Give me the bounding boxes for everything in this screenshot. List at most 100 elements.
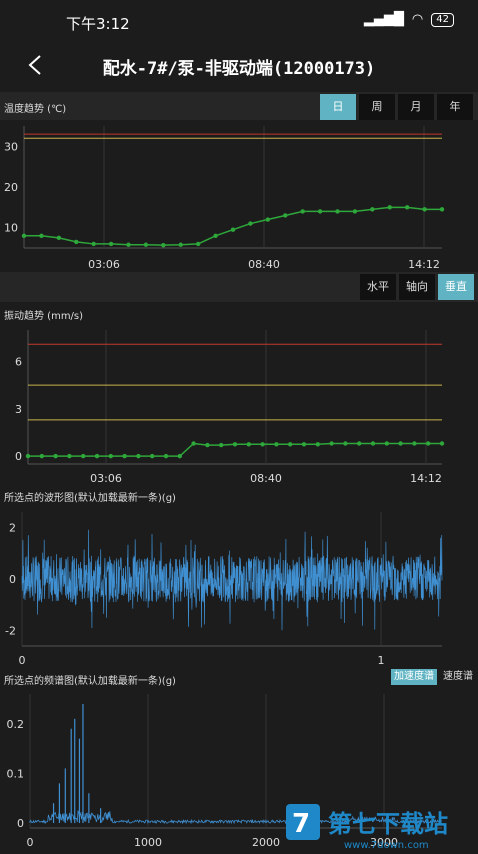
data-point xyxy=(205,442,210,448)
data-point xyxy=(94,453,100,459)
tab-axial[interactable]: 轴向 xyxy=(399,274,435,300)
data-point xyxy=(53,453,58,459)
y-tick-label: 20 xyxy=(4,181,18,194)
data-point xyxy=(232,442,238,447)
tab-year[interactable]: 年 xyxy=(437,94,473,120)
signal-icon: ▂▄▆█ xyxy=(363,12,404,27)
data-point xyxy=(91,241,96,247)
data-point xyxy=(108,453,114,459)
data-point xyxy=(265,217,271,222)
svg-text:7: 7 xyxy=(292,809,310,839)
spectrum-label: 所选点的频谱图(默认加载最新一条)(g) xyxy=(4,676,176,687)
data-point xyxy=(163,453,169,459)
vibration-trend-chart[interactable]: 03:06 08:40 14:12 0 3 6 xyxy=(0,322,478,488)
data-point xyxy=(300,209,305,214)
data-point xyxy=(370,207,375,212)
data-point xyxy=(439,207,445,212)
data-point xyxy=(422,207,427,212)
data-point xyxy=(426,441,431,446)
y-tick-label: 30 xyxy=(4,140,18,153)
data-point xyxy=(219,442,224,448)
status-time: 下午3:12 xyxy=(66,15,130,33)
data-point xyxy=(246,442,251,447)
data-point xyxy=(317,209,323,214)
tab-velocity-spectrum[interactable]: 速度谱 xyxy=(439,669,477,685)
x-tick-label: 14:12 xyxy=(408,258,440,271)
data-point xyxy=(370,441,376,446)
data-point xyxy=(108,241,114,247)
data-point xyxy=(213,233,218,238)
data-point xyxy=(357,441,362,446)
watermark-logo-icon: 7 第七下载站 www.7down.com xyxy=(286,804,448,851)
data-point xyxy=(352,209,358,214)
data-point xyxy=(343,441,348,446)
data-point xyxy=(412,441,417,446)
data-point xyxy=(122,453,127,459)
status-bar: 下午3:12 ▂▄▆█ ◠ 42 xyxy=(0,0,478,44)
y-tick-label: 0 xyxy=(15,450,22,463)
data-point xyxy=(178,242,183,247)
data-point xyxy=(191,441,196,446)
data-point xyxy=(143,242,149,247)
y-tick-label: 6 xyxy=(15,356,22,369)
data-point xyxy=(126,242,131,247)
temperature-trend-chart[interactable]: 03:06 08:40 14:12 10 20 30 xyxy=(0,122,478,272)
y-tick-label: 0 xyxy=(9,573,16,586)
waveform-chart[interactable]: 0 1 -2 0 2 xyxy=(0,506,478,668)
temperature-label: 温度趋势 (℃) xyxy=(4,104,67,115)
data-point xyxy=(274,442,279,447)
x-tick-label: 03:06 xyxy=(88,258,120,271)
x-tick-label: 08:40 xyxy=(248,258,280,271)
tab-month[interactable]: 月 xyxy=(398,94,434,120)
x-tick-label: 1 xyxy=(378,654,385,667)
y-tick-label: 3 xyxy=(15,403,22,416)
tab-horizontal[interactable]: 水平 xyxy=(360,274,396,300)
data-point xyxy=(301,442,307,447)
data-point xyxy=(81,453,86,459)
data-point xyxy=(335,209,340,214)
watermark-logo: 7 第七下载站 www.7down.com xyxy=(284,800,478,851)
data-point xyxy=(384,441,389,446)
x-tick-label: 0 xyxy=(27,836,34,849)
watermark-text: 第七下载站 xyxy=(328,810,448,838)
data-point xyxy=(387,205,392,210)
data-point xyxy=(56,235,62,241)
data-point xyxy=(404,205,410,210)
data-point xyxy=(195,241,201,247)
data-point xyxy=(150,453,155,459)
data-point xyxy=(230,227,236,232)
y-tick-label: 10 xyxy=(4,222,18,235)
data-point xyxy=(288,442,293,447)
vibration-label: 振动趋势 (mm/s) xyxy=(4,311,84,322)
data-point xyxy=(25,453,31,459)
y-tick-label: 2 xyxy=(9,521,16,534)
waveform-trace xyxy=(21,529,443,631)
y-tick-label: 0 xyxy=(17,817,24,830)
data-point xyxy=(177,453,182,459)
x-tick-label: 0 xyxy=(19,654,26,667)
tab-acceleration-spectrum[interactable]: 加速度谱 xyxy=(391,669,437,685)
tab-week[interactable]: 周 xyxy=(359,94,395,120)
data-point xyxy=(39,233,44,238)
direction-tabs: 水平 轴向 垂直 xyxy=(360,274,474,300)
x-tick-label: 08:40 xyxy=(250,472,282,485)
x-tick-label: 2000 xyxy=(252,836,280,849)
data-point xyxy=(21,233,27,238)
app-header: 配水-7#/泵-非驱动端(12000173) xyxy=(0,44,478,90)
data-point xyxy=(283,213,288,218)
page-title: 配水-7#/泵-非驱动端(12000173) xyxy=(102,59,376,79)
data-point xyxy=(260,442,265,447)
tab-vertical[interactable]: 垂直 xyxy=(438,274,474,300)
tab-day[interactable]: 日 xyxy=(320,94,356,120)
y-tick-label: -2 xyxy=(5,625,16,638)
x-tick-label: 1000 xyxy=(134,836,162,849)
data-point xyxy=(329,441,334,446)
data-point xyxy=(74,239,79,245)
data-point xyxy=(248,221,253,226)
x-tick-label: 14:12 xyxy=(410,472,442,485)
data-point xyxy=(39,453,44,459)
data-point xyxy=(161,242,166,248)
data-point xyxy=(67,453,72,459)
data-point xyxy=(136,453,141,459)
waveform-label: 所选点的波形图(默认加载最新一条)(g) xyxy=(4,493,176,504)
